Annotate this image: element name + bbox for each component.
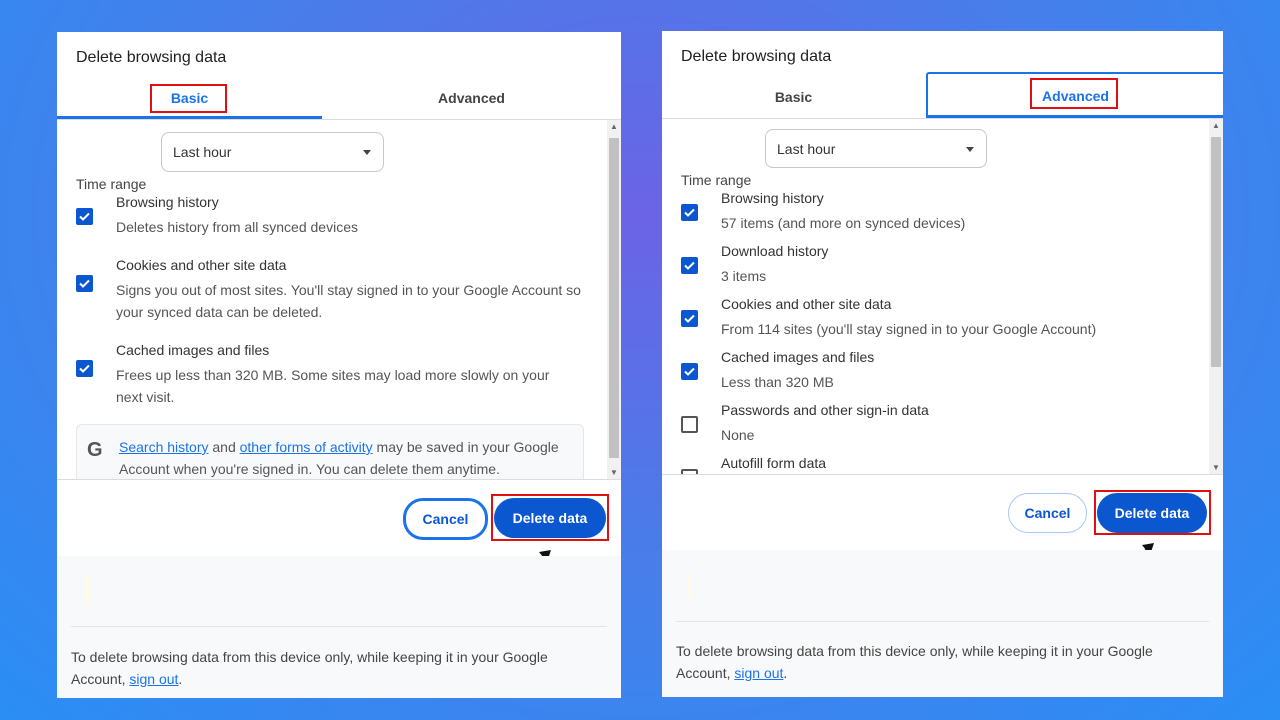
item-title: Cookies and other site data <box>116 257 287 273</box>
checkbox-checked[interactable] <box>76 208 93 225</box>
item-desc: Frees up less than 320 MB. Some sites ma… <box>116 367 550 405</box>
highlight-box <box>1094 490 1211 535</box>
checkbox-checked[interactable] <box>681 310 698 327</box>
decorative-mark <box>687 570 690 600</box>
item-title: Cached images and files <box>116 342 270 358</box>
scrollbar[interactable]: ▲ ▼ <box>1209 119 1223 474</box>
dialog-title: Delete browsing data <box>681 48 832 65</box>
item-desc: 57 items (and more on synced devices) <box>721 215 966 231</box>
checkbox-checked[interactable] <box>76 275 93 292</box>
search-history-link[interactable]: Search history <box>119 439 208 455</box>
footer-text: To delete browsing data from this device… <box>71 649 548 687</box>
tab-advanced[interactable]: Advanced <box>322 84 621 118</box>
divider <box>71 626 607 627</box>
item-title: Cached images and files <box>721 349 875 365</box>
time-range-value: Last hour <box>173 144 232 160</box>
google-g-icon: G <box>87 439 103 461</box>
checkbox-checked[interactable] <box>76 360 93 377</box>
item-desc: From 114 sites (you'll stay signed in to… <box>721 321 1097 337</box>
item-title: Browsing history <box>116 194 219 210</box>
highlight-box <box>1030 78 1118 109</box>
footer-area: To delete browsing data from this device… <box>57 556 621 698</box>
delete-browsing-data-dialog-basic: Delete browsing data Basic Advanced Time… <box>57 32 621 698</box>
scroll-down-icon[interactable]: ▼ <box>607 468 621 477</box>
item-desc: Less than 320 MB <box>721 374 834 390</box>
scrollbar-thumb[interactable] <box>609 138 619 458</box>
cancel-button[interactable]: Cancel <box>403 498 488 540</box>
item-desc: Signs you out of most sites. You'll stay… <box>116 282 581 320</box>
scroll-up-icon[interactable]: ▲ <box>1209 121 1223 130</box>
scroll-region: Time range Last hour Browsing history 57 … <box>662 119 1223 474</box>
scrollbar-thumb[interactable] <box>1211 137 1221 367</box>
scroll-region: Time range Last hour Browsing history De… <box>57 120 621 479</box>
item-title: Passwords and other sign-in data <box>721 402 929 418</box>
item-title: Download history <box>721 243 829 259</box>
time-range-label: Time range <box>76 176 147 192</box>
divider <box>676 621 1209 622</box>
time-range-label: Time range <box>681 172 752 188</box>
cancel-button[interactable]: Cancel <box>1008 493 1087 533</box>
checkbox-checked[interactable] <box>681 257 698 274</box>
item-desc: Deletes history from all synced devices <box>116 219 358 235</box>
checkbox-checked[interactable] <box>681 363 698 380</box>
tab-basic[interactable]: Basic <box>662 83 925 117</box>
time-range-select[interactable]: Last hour <box>161 132 384 172</box>
footer-area: To delete browsing data from this device… <box>662 550 1223 697</box>
scroll-down-icon[interactable]: ▼ <box>1209 463 1223 472</box>
sign-out-link[interactable]: sign out <box>129 671 178 687</box>
info-text: and <box>208 439 240 455</box>
time-range-value: Last hour <box>777 140 836 157</box>
item-desc: None <box>721 427 755 443</box>
highlight-box <box>150 84 227 113</box>
scroll-up-icon[interactable]: ▲ <box>607 122 621 131</box>
item-desc: 3 items <box>721 268 767 284</box>
checkbox-unchecked[interactable] <box>681 416 698 433</box>
dropdown-caret-icon <box>966 146 974 152</box>
dropdown-caret-icon <box>363 150 371 155</box>
item-title: Autofill form data <box>721 455 827 471</box>
decorative-mark <box>85 575 89 605</box>
checkbox-checked[interactable] <box>681 204 698 221</box>
highlight-box <box>491 494 609 541</box>
item-title: Browsing history <box>721 190 824 206</box>
scrollbar[interactable]: ▲ ▼ <box>607 120 621 479</box>
sign-out-link[interactable]: sign out <box>734 665 783 681</box>
item-title: Cookies and other site data <box>721 296 892 312</box>
divider <box>57 479 621 480</box>
other-activity-link[interactable]: other forms of activity <box>240 439 373 455</box>
time-range-select[interactable]: Last hour <box>765 129 987 168</box>
footer-text: To delete browsing data from this device… <box>676 643 1153 681</box>
divider <box>662 474 1223 475</box>
google-activity-info: G Search history and other forms of acti… <box>76 424 584 479</box>
delete-browsing-data-dialog-advanced: Delete browsing data Basic Advanced Time… <box>662 31 1223 697</box>
dialog-title: Delete browsing data <box>76 49 227 66</box>
